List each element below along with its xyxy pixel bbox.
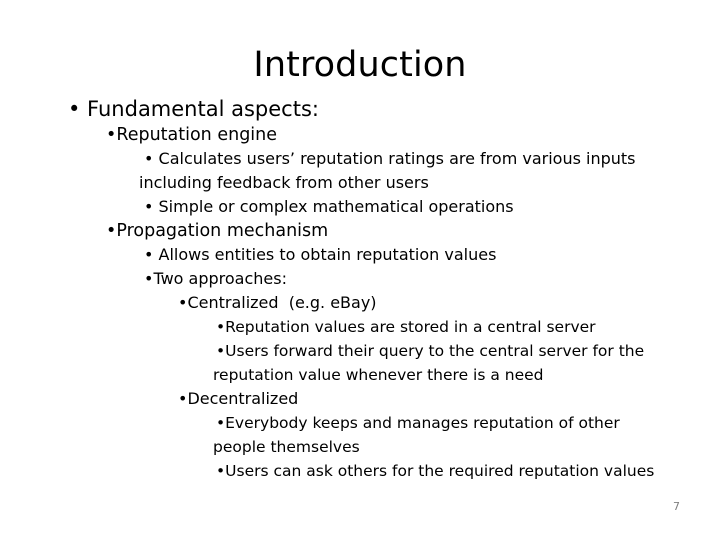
- bullet-line: •Propagation mechanism: [106, 221, 329, 241]
- bullet-line: • Calculates users’ reputation ratings a…: [144, 149, 636, 168]
- slide-page-number: 7: [673, 500, 680, 513]
- bullet-line: •Centralized (e.g. eBay): [178, 293, 377, 312]
- bullet-line-continuation: including feedback from other users: [139, 173, 429, 192]
- bullet-line: • Simple or complex mathematical operati…: [144, 197, 514, 216]
- bullet-line-continuation: people themselves: [213, 438, 360, 456]
- bullet-line: • Fundamental aspects:: [68, 97, 319, 121]
- slide-body-content: • Fundamental aspects: •Reputation engine…: [0, 96, 720, 483]
- bullet-line: •Everybody keeps and manages reputation …: [216, 414, 620, 432]
- bullet-line: •Two approaches:: [144, 269, 287, 288]
- slide-title: Introduction: [253, 45, 467, 85]
- presentation-slide: Introduction • Fundamental aspects: •Repu…: [0, 0, 720, 540]
- bullet-line: • Allows entities to obtain reputation v…: [144, 245, 497, 264]
- bullet-line: •Decentralized: [178, 389, 299, 408]
- bullet-line: •Reputation engine: [106, 125, 278, 145]
- bullet-line: •Reputation values are stored in a centr…: [216, 318, 596, 336]
- bullet-line: •Users forward their query to the centra…: [216, 342, 645, 360]
- bullet-line-continuation: reputation value whenever there is a nee…: [213, 366, 544, 384]
- bullet-line: •Users can ask others for the required r…: [216, 462, 655, 480]
